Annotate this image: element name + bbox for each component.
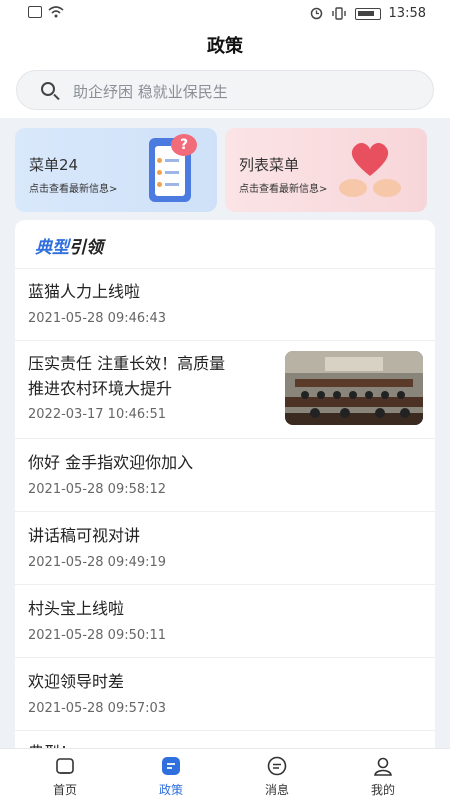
item-date: 2022-03-17 10:46:51: [28, 407, 167, 422]
list-menu-card[interactable]: 列表菜单 点击查看最新信息>: [225, 128, 427, 212]
battery-icon: [354, 7, 381, 20]
tab-label: 我的: [370, 783, 395, 797]
typical-list: 典型引领 蓝猫人力上线啦 2021-05-28 09:46:43 压实责任 注重…: [15, 220, 435, 760]
policy-icon: [162, 757, 180, 775]
list-item[interactable]: 你好 金手指欢迎你加入 2021-05-28 09:58:12: [15, 438, 435, 512]
bottom-tab-bar: 首页 政策 消息 我的: [0, 748, 450, 801]
search-icon: [41, 82, 55, 96]
card-subtitle: 点击查看最新信息>: [29, 184, 118, 195]
search-input[interactable]: 助企纾困 稳就业保民生: [16, 70, 434, 110]
list-item[interactable]: 压实责任 注重长效！高质量 推进农村环境大提升 2022-03-17 10:46…: [15, 340, 435, 439]
tab-home[interactable]: 首页: [9, 755, 121, 798]
item-date: 2021-05-28 09:57:03: [28, 701, 167, 716]
sim-icon: [28, 6, 42, 18]
page-title: 政策: [207, 36, 243, 57]
question-bubble-icon: ?: [171, 134, 197, 156]
search-placeholder: 助企纾困 稳就业保民生: [73, 83, 228, 101]
item-date: 2021-05-28 09:58:12: [28, 482, 167, 497]
wifi-icon: [48, 6, 64, 18]
card-title: 列表菜单: [239, 156, 300, 174]
list-item[interactable]: 讲话稿可视对讲 2021-05-28 09:49:19: [15, 511, 435, 585]
status-time: 13:58: [388, 6, 426, 21]
item-title-line2: 推进农村环境大提升: [28, 379, 173, 398]
item-title: 村头宝上线啦: [28, 599, 125, 618]
meeting-photo: [285, 351, 423, 425]
tab-label: 消息: [264, 783, 289, 797]
menu-card-24[interactable]: 菜单24 点击查看最新信息> ?: [15, 128, 217, 212]
list-item[interactable]: 村头宝上线啦 2021-05-28 09:50:11: [15, 584, 435, 658]
list-item[interactable]: 欢迎领导时差 2021-05-28 09:57:03: [15, 657, 435, 731]
vibrate-icon: [331, 7, 346, 20]
profile-icon: [374, 757, 392, 776]
section-title-part1: 典型: [35, 238, 69, 258]
tab-messages[interactable]: 消息: [221, 755, 333, 798]
item-title-line1: 压实责任 注重长效！高质量: [28, 354, 226, 373]
heart-hands-icon: [339, 143, 401, 197]
tab-label: 政策: [158, 783, 183, 797]
section-title-part2: 引领: [69, 238, 103, 258]
list-item[interactable]: 蓝猫人力上线啦 2021-05-28 09:46:43: [15, 268, 435, 341]
section-title: 典型引领: [35, 233, 103, 258]
item-date: 2021-05-28 09:49:19: [28, 555, 167, 570]
tab-profile[interactable]: 我的: [327, 755, 439, 798]
tab-policy[interactable]: 政策: [115, 755, 227, 798]
tab-label: 首页: [52, 783, 77, 797]
item-title: 欢迎领导时差: [28, 672, 125, 691]
item-title: 你好 金手指欢迎你加入: [28, 453, 194, 472]
status-bar: 13:58: [0, 0, 450, 28]
home-icon: [56, 758, 74, 774]
item-title: 蓝猫人力上线啦: [28, 282, 141, 301]
message-icon: [267, 756, 287, 776]
item-title: 讲话稿可视对讲: [28, 526, 141, 545]
item-date: 2021-05-28 09:46:43: [28, 311, 167, 326]
top-header: 13:58 政策 助企纾困 稳就业保民生: [0, 0, 450, 118]
card-subtitle: 点击查看最新信息>: [239, 184, 328, 195]
item-date: 2021-05-28 09:50:11: [28, 628, 167, 643]
card-title: 菜单24: [29, 156, 79, 174]
alarm-icon: [310, 7, 322, 20]
